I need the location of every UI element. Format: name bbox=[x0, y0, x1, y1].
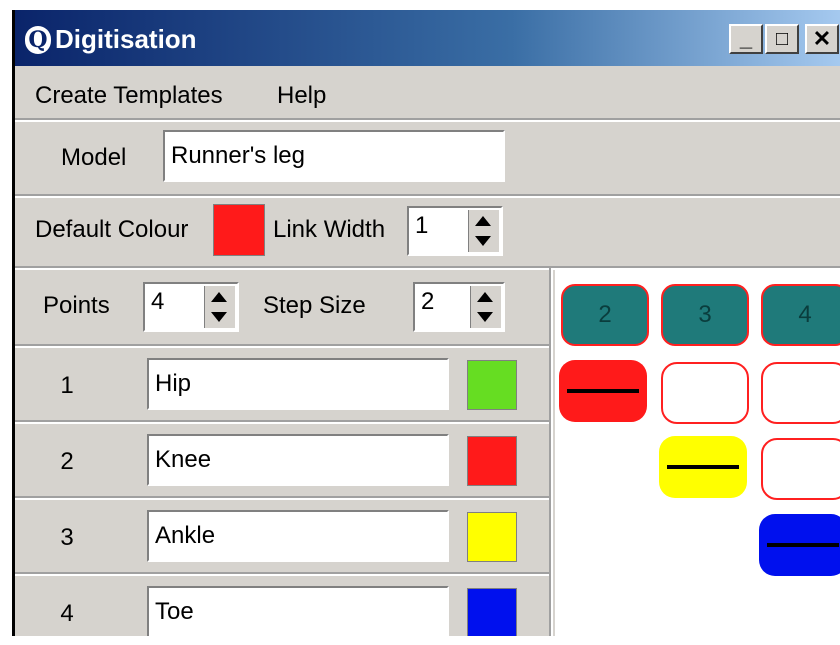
step-size-stepper[interactable]: 2 bbox=[413, 282, 505, 332]
digitisation-window: Q Digitisation _ □ ✕ Create Templates He… bbox=[12, 10, 840, 636]
close-button[interactable]: ✕ bbox=[805, 24, 839, 54]
link-line bbox=[667, 465, 739, 469]
link-width-value: 1 bbox=[415, 212, 429, 239]
window-title: Digitisation bbox=[55, 24, 197, 54]
divider bbox=[15, 420, 549, 424]
spin-arrows-icon[interactable] bbox=[468, 210, 499, 252]
link-cell-3-4[interactable] bbox=[759, 514, 840, 576]
link-cell-2-3[interactable] bbox=[659, 436, 747, 498]
divider bbox=[15, 194, 840, 198]
app-icon: Q bbox=[25, 26, 51, 54]
point-name-input[interactable] bbox=[147, 358, 449, 410]
model-name-input[interactable] bbox=[163, 130, 505, 182]
spin-arrows-icon[interactable] bbox=[470, 286, 501, 328]
divider bbox=[15, 496, 549, 500]
points-value: 4 bbox=[151, 288, 165, 315]
points-label: Points bbox=[43, 292, 110, 319]
link-cell-1-3[interactable] bbox=[661, 362, 749, 424]
row-number: 1 bbox=[60, 372, 74, 399]
divider bbox=[15, 344, 549, 348]
matrix-column-header[interactable]: 2 bbox=[561, 284, 649, 346]
panel-divider bbox=[549, 268, 553, 636]
link-matrix: 2 3 4 bbox=[555, 268, 840, 636]
matrix-column-header[interactable]: 4 bbox=[761, 284, 840, 346]
minimize-button[interactable]: _ bbox=[729, 24, 763, 54]
menu-create-templates[interactable]: Create Templates bbox=[35, 82, 223, 110]
maximize-button[interactable]: □ bbox=[765, 24, 799, 54]
link-width-stepper[interactable]: 1 bbox=[407, 206, 503, 256]
row-number: 2 bbox=[60, 448, 74, 475]
link-width-label: Link Width bbox=[273, 216, 386, 243]
menu-bar: Create Templates Help bbox=[15, 66, 840, 120]
point-colour-swatch[interactable] bbox=[467, 512, 517, 562]
point-name-input[interactable] bbox=[147, 510, 449, 562]
divider bbox=[15, 118, 840, 122]
model-label: Model bbox=[61, 144, 127, 171]
link-cell-1-2[interactable] bbox=[559, 360, 647, 422]
divider bbox=[15, 572, 549, 576]
row-number: 4 bbox=[60, 600, 74, 627]
link-cell-2-4[interactable] bbox=[761, 438, 840, 500]
menu-help[interactable]: Help bbox=[277, 82, 326, 110]
point-name-input[interactable] bbox=[147, 586, 449, 636]
matrix-column-header[interactable]: 3 bbox=[661, 284, 749, 346]
step-size-label: Step Size bbox=[263, 292, 366, 319]
point-colour-swatch[interactable] bbox=[467, 588, 517, 636]
points-stepper[interactable]: 4 bbox=[143, 282, 239, 332]
spin-arrows-icon[interactable] bbox=[204, 286, 235, 328]
link-line bbox=[567, 389, 639, 393]
default-colour-label: Default Colour bbox=[35, 216, 189, 243]
link-cell-1-4[interactable] bbox=[761, 362, 840, 424]
link-line bbox=[767, 543, 839, 547]
point-colour-swatch[interactable] bbox=[467, 360, 517, 410]
row-number: 3 bbox=[60, 524, 74, 551]
default-colour-swatch[interactable] bbox=[213, 204, 265, 256]
title-bar[interactable]: Q Digitisation _ □ ✕ bbox=[15, 10, 840, 66]
step-size-value: 2 bbox=[421, 288, 435, 315]
point-colour-swatch[interactable] bbox=[467, 436, 517, 486]
point-name-input[interactable] bbox=[147, 434, 449, 486]
